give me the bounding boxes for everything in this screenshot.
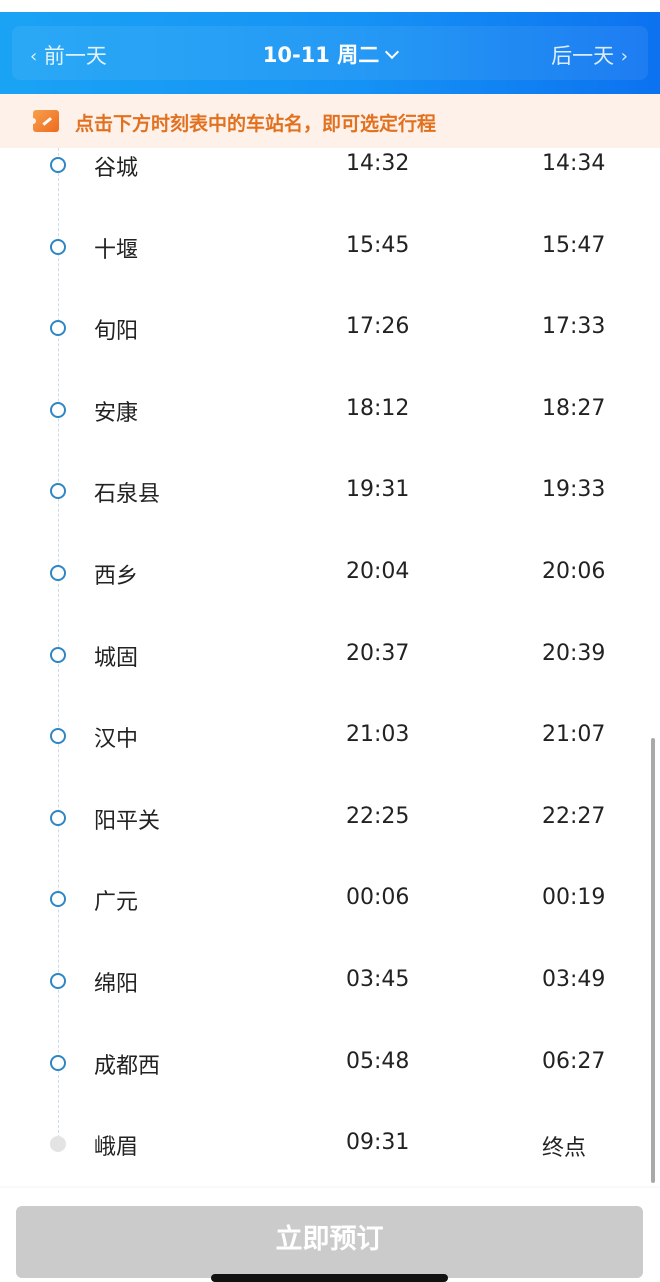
station-name[interactable]: 绵阳 bbox=[94, 966, 138, 998]
terminal-dot-icon bbox=[50, 1136, 66, 1153]
station-row[interactable]: 安康 18:12 18:27 bbox=[0, 395, 660, 435]
arrival-time: 03:45 bbox=[346, 967, 410, 992]
station-name[interactable]: 十堰 bbox=[94, 232, 138, 264]
status-bar bbox=[0, 0, 660, 12]
arrival-time: 09:31 bbox=[346, 1130, 410, 1156]
station-dot-icon bbox=[50, 728, 66, 745]
home-indicator bbox=[211, 1274, 448, 1282]
arrival-time: 20:37 bbox=[346, 640, 410, 666]
departure-time: 20:39 bbox=[542, 640, 606, 666]
station-dot-icon bbox=[50, 891, 66, 908]
departure-time: 14:34 bbox=[542, 151, 606, 176]
departure-time: 21:07 bbox=[542, 722, 606, 748]
station-dot-icon bbox=[50, 401, 66, 418]
next-day-button[interactable]: 后一天 › bbox=[551, 40, 628, 70]
station-name[interactable]: 成都西 bbox=[94, 1048, 160, 1080]
arrival-time: 19:31 bbox=[346, 477, 410, 503]
station-dot-icon bbox=[50, 809, 66, 826]
station-row[interactable]: 西乡 20:04 20:06 bbox=[0, 558, 660, 598]
station-dot-icon bbox=[50, 320, 66, 337]
station-row[interactable]: 阳平关 22:25 22:27 bbox=[0, 803, 660, 843]
station-dot-icon bbox=[50, 1054, 66, 1071]
station-name[interactable]: 阳平关 bbox=[94, 803, 160, 835]
departure-time: 20:06 bbox=[542, 559, 606, 584]
station-name[interactable]: 广元 bbox=[94, 884, 138, 916]
scrollbar[interactable] bbox=[651, 738, 655, 1183]
arrival-time: 21:03 bbox=[346, 722, 410, 748]
notice-banner: 点击下方时刻表中的车站名，即可选定行程 bbox=[0, 94, 660, 148]
station-dot-icon bbox=[50, 565, 66, 581]
departure-time: 06:27 bbox=[542, 1048, 606, 1074]
current-date: 10-11 周二 bbox=[262, 43, 380, 67]
book-now-button[interactable]: 立即预订 bbox=[16, 1206, 643, 1278]
arrival-time: 22:25 bbox=[346, 803, 410, 829]
station-dot-icon bbox=[50, 157, 66, 173]
next-day-label: 后一天 bbox=[551, 44, 615, 68]
arrival-time: 00:06 bbox=[346, 885, 410, 911]
departure-time: 19:33 bbox=[542, 477, 606, 503]
departure-time: 终点 bbox=[542, 1136, 587, 1162]
departure-time: 00:19 bbox=[542, 885, 606, 911]
arrival-time: 18:12 bbox=[346, 395, 410, 421]
arrival-time: 05:48 bbox=[346, 1048, 410, 1074]
notice-text: 点击下方时刻表中的车站名，即可选定行程 bbox=[75, 113, 437, 135]
departure-time: 15:47 bbox=[542, 232, 606, 258]
arrival-time: 15:45 bbox=[346, 232, 410, 258]
station-row[interactable]: 成都西 05:48 06:27 bbox=[0, 1048, 660, 1088]
station-dot-icon bbox=[50, 646, 66, 663]
station-row[interactable]: 旬阳 17:26 17:33 bbox=[0, 313, 660, 353]
station-dot-icon bbox=[50, 973, 66, 989]
station-name[interactable]: 安康 bbox=[94, 395, 138, 427]
arrival-time: 17:26 bbox=[346, 314, 410, 340]
station-name[interactable]: 城固 bbox=[94, 640, 138, 672]
station-row[interactable]: 峨眉 09:31 终点 bbox=[0, 1129, 660, 1169]
chevron-right-icon: › bbox=[620, 46, 628, 67]
bottom-bar: 立即预订 bbox=[0, 1188, 660, 1282]
date-header: ‹ 前一天 10-11 周二 后一天 › bbox=[0, 12, 660, 94]
arrival-time: 20:04 bbox=[346, 559, 410, 584]
departure-time: 18:27 bbox=[542, 395, 606, 421]
station-name[interactable]: 汉中 bbox=[94, 721, 138, 753]
station-dot-icon bbox=[50, 238, 66, 255]
station-row[interactable]: 十堰 15:45 15:47 bbox=[0, 232, 660, 272]
station-row[interactable]: 城固 20:37 20:39 bbox=[0, 640, 660, 680]
chevron-down-icon bbox=[385, 44, 400, 60]
station-row[interactable]: 谷城 14:32 14:34 bbox=[0, 150, 660, 190]
station-row[interactable]: 绵阳 03:45 03:49 bbox=[0, 966, 660, 1006]
station-row[interactable]: 石泉县 19:31 19:33 bbox=[0, 476, 660, 516]
station-name[interactable]: 峨眉 bbox=[94, 1129, 138, 1161]
station-row[interactable]: 广元 00:06 00:19 bbox=[0, 884, 660, 924]
station-dot-icon bbox=[50, 483, 66, 500]
station-row[interactable]: 汉中 21:03 21:07 bbox=[0, 721, 660, 761]
departure-time: 17:33 bbox=[542, 314, 606, 340]
station-name[interactable]: 石泉县 bbox=[94, 476, 160, 508]
station-name[interactable]: 谷城 bbox=[94, 150, 138, 182]
departure-time: 22:27 bbox=[542, 803, 606, 829]
station-name[interactable]: 旬阳 bbox=[94, 313, 138, 345]
departure-time: 03:49 bbox=[542, 967, 606, 992]
ticket-icon bbox=[30, 110, 59, 132]
timetable-list[interactable]: 谷城 14:32 14:34 十堰 15:45 15:47 旬阳 17:26 17:33 安康 18… bbox=[0, 148, 660, 1188]
arrival-time: 14:32 bbox=[346, 151, 410, 176]
station-name[interactable]: 西乡 bbox=[94, 558, 138, 590]
